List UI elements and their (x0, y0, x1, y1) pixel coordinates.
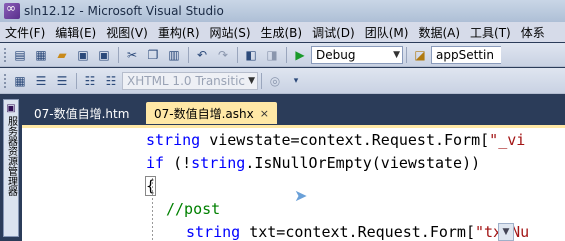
toolbar-separator (261, 72, 262, 89)
indent-icon[interactable]: ☰ (31, 72, 51, 90)
doctype-value: XHTML 1.0 Transitic (127, 73, 246, 88)
undo-icon[interactable]: ↶ (192, 46, 212, 64)
solution-configuration-select[interactable]: Debug ▼ (311, 45, 403, 64)
server-explorer-tab[interactable]: ▣ 服务器资源管理器 (3, 99, 19, 237)
start-debugging-icon[interactable]: ▶ (290, 46, 310, 64)
tab-ashx-file[interactable]: 07-数值自增.ashx × (146, 102, 277, 124)
visual-studio-icon (4, 1, 20, 19)
save-all-icon[interactable]: ▣ (94, 46, 114, 64)
window-title: sln12.12 - Microsoft Visual Studio (24, 4, 224, 18)
code-line-3: { (144, 176, 157, 196)
find-combo[interactable]: appSettin (431, 45, 501, 64)
html-source-toolbar: ▦ ☰ ☰ ☷ ☷ XHTML 1.0 Transitic ▼ ◎ ▾ (0, 68, 565, 94)
navigate-forward-icon[interactable]: ◨ (262, 46, 282, 64)
standard-toolbar: ▤ ▦ ▰ ▣ ▣ ✂ ❐ ▥ ↶ ↷ ◧ ◨ ▶ Debug ▼ ◪ appS… (0, 43, 565, 67)
scroll-down-button[interactable]: ▼ (498, 223, 514, 241)
code-line-1: string viewstate=context.Request.Form["_… (146, 131, 526, 149)
outdent-icon[interactable]: ☰ (52, 72, 72, 90)
copy-icon[interactable]: ❐ (143, 46, 163, 64)
menu-view[interactable]: 视图(V) (101, 24, 153, 41)
toolbar-separator (406, 46, 407, 63)
tab-label: 07-数值自增.htm (34, 106, 130, 121)
tab-label: 07-数值自增.ashx (154, 106, 254, 121)
server-explorer-label: 服务器资源管理器 (5, 116, 17, 196)
tab-htm-file[interactable]: 07-数值自增.htm (26, 102, 137, 124)
menu-data[interactable]: 数据(A) (413, 24, 465, 41)
configuration-value: Debug (316, 47, 356, 62)
chevron-down-icon: ▼ (248, 75, 255, 86)
find-in-files-icon[interactable]: ◪ (410, 46, 430, 64)
document-tabs: 07-数值自增.htm 07-数值自增.ashx × (22, 95, 565, 125)
menu-file[interactable]: 文件(F) (0, 24, 50, 41)
server-explorer-icon: ▣ (6, 103, 16, 114)
toolbar-separator (286, 46, 287, 63)
close-icon[interactable]: × (260, 107, 269, 120)
format-icon[interactable]: ▦ (10, 72, 30, 90)
menu-tools[interactable]: 工具(T) (465, 24, 516, 41)
code-line-5: string txt=context.Request.Form["txtNu (186, 223, 529, 241)
menu-refactor[interactable]: 重构(R) (153, 24, 205, 41)
toolbar-separator (76, 72, 77, 89)
new-project-icon[interactable]: ▤ (10, 46, 30, 64)
find-value: appSettin (436, 47, 494, 62)
chevron-down-icon: ▼ (393, 49, 400, 60)
doctype-select[interactable]: XHTML 1.0 Transitic ▼ (122, 71, 258, 90)
add-item-icon[interactable]: ▦ (31, 46, 51, 64)
comment-icon[interactable]: ☷ (80, 72, 100, 90)
menu-edit[interactable]: 编辑(E) (50, 24, 101, 41)
toolbar-grip[interactable] (3, 46, 7, 63)
code-line-2: if (!string.IsNullOrEmpty(viewstate)) (146, 154, 481, 172)
code-line-4: //post (166, 200, 221, 218)
menu-team[interactable]: 团队(M) (360, 24, 414, 41)
menu-website[interactable]: 网站(S) (205, 24, 256, 41)
paste-icon[interactable]: ▥ (164, 46, 184, 64)
open-folder-icon[interactable]: ▰ (52, 46, 72, 64)
validation-icon[interactable]: ◎ (265, 72, 285, 90)
mouse-pointer-icon: ➤ (294, 186, 308, 205)
title-bar: sln12.12 - Microsoft Visual Studio (0, 0, 565, 22)
toolbar-options-icon[interactable]: ▾ (286, 72, 306, 90)
redo-icon[interactable]: ↷ (213, 46, 233, 64)
menu-debug[interactable]: 调试(D) (307, 24, 360, 41)
menu-bar: 文件(F) 编辑(E) 视图(V) 重构(R) 网站(S) 生成(B) 调试(D… (0, 22, 565, 42)
code-editor[interactable]: string viewstate=context.Request.Form["_… (22, 125, 565, 241)
uncomment-icon[interactable]: ☷ (101, 72, 121, 90)
toolbar-separator (188, 46, 189, 63)
toolbar-grip[interactable] (3, 72, 7, 89)
toolbar-separator (237, 46, 238, 63)
menu-architecture[interactable]: 体系 (516, 24, 550, 41)
navigate-backward-icon[interactable]: ◧ (241, 46, 261, 64)
toolbar-separator (118, 46, 119, 63)
save-icon[interactable]: ▣ (73, 46, 93, 64)
menu-build[interactable]: 生成(B) (256, 24, 308, 41)
side-panel-strip: ▣ 服务器资源管理器 (0, 95, 22, 241)
cut-icon[interactable]: ✂ (122, 46, 142, 64)
